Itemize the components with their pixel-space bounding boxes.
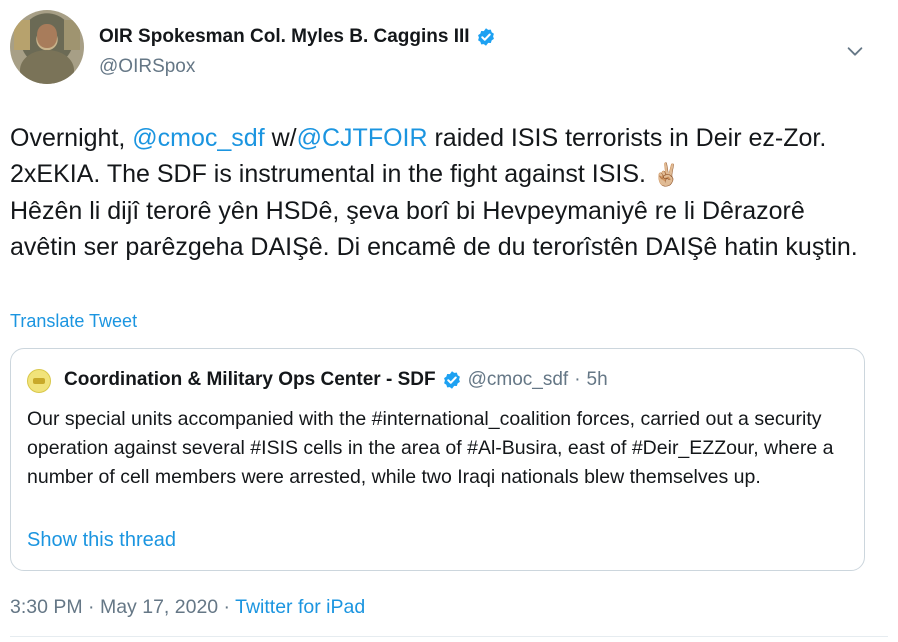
meta-separator: ·: [218, 596, 236, 618]
author-avatar[interactable]: [10, 10, 84, 84]
tweet-footer: 3:30 PM · May 17, 2020 · Twitter for iPa…: [10, 596, 365, 619]
quoted-tweet-time[interactable]: 5h: [587, 369, 608, 391]
tweet-text-segment: Hêzên li dijî terorê yên HSDê, şeva borî…: [10, 197, 858, 262]
tweet-text-segment: Overnight,: [10, 124, 133, 152]
avatar-flag-right: [64, 20, 80, 50]
author-name-row[interactable]: OIR Spokesman Col. Myles B. Caggins III: [99, 26, 496, 48]
quoted-author-avatar[interactable]: [27, 369, 51, 393]
tweet-text: Overnight, @cmoc_sdf w/@CJTFOIR raided I…: [10, 120, 870, 265]
avatar-face: [37, 24, 57, 48]
mention-link[interactable]: @CJTFOIR: [297, 124, 428, 152]
mention-link[interactable]: @cmoc_sdf: [132, 124, 264, 152]
avatar-flag-left: [14, 20, 30, 50]
author-handle[interactable]: @OIRSpox: [99, 56, 195, 78]
quoted-author-handle[interactable]: @cmoc_sdf: [468, 369, 569, 391]
meta-separator: ·: [82, 596, 100, 618]
quoted-author-display-name[interactable]: Coordination & Military Ops Center - SDF: [64, 369, 436, 391]
quoted-tweet-text: Our special units accompanied with the #…: [27, 408, 834, 488]
tweet-text-segment: w/: [264, 124, 297, 152]
translate-tweet-link[interactable]: Translate Tweet: [10, 311, 137, 332]
show-thread-link[interactable]: Show this thread: [27, 529, 176, 552]
quoted-tweet-header: Coordination & Military Ops Center - SDF…: [64, 369, 608, 391]
verified-badge-icon: [477, 28, 494, 46]
quoted-tweet-card[interactable]: Coordination & Military Ops Center - SDF…: [10, 348, 865, 571]
tweet-time[interactable]: 3:30 PM: [10, 596, 83, 618]
author-display-name[interactable]: OIR Spokesman Col. Myles B. Caggins III: [99, 26, 470, 48]
meta-separator: ·: [574, 369, 581, 390]
avatar-body: [20, 50, 74, 84]
divider: [10, 636, 888, 637]
tweet-header: OIR Spokesman Col. Myles B. Caggins III …: [10, 10, 888, 90]
tweet-date[interactable]: May 17, 2020: [100, 596, 218, 618]
victory-hand-emoji-icon: ✌🏼: [652, 162, 681, 188]
verified-badge-icon: [443, 371, 460, 389]
chevron-down-icon[interactable]: [844, 40, 866, 62]
tweet-source-link[interactable]: Twitter for iPad: [235, 596, 365, 618]
